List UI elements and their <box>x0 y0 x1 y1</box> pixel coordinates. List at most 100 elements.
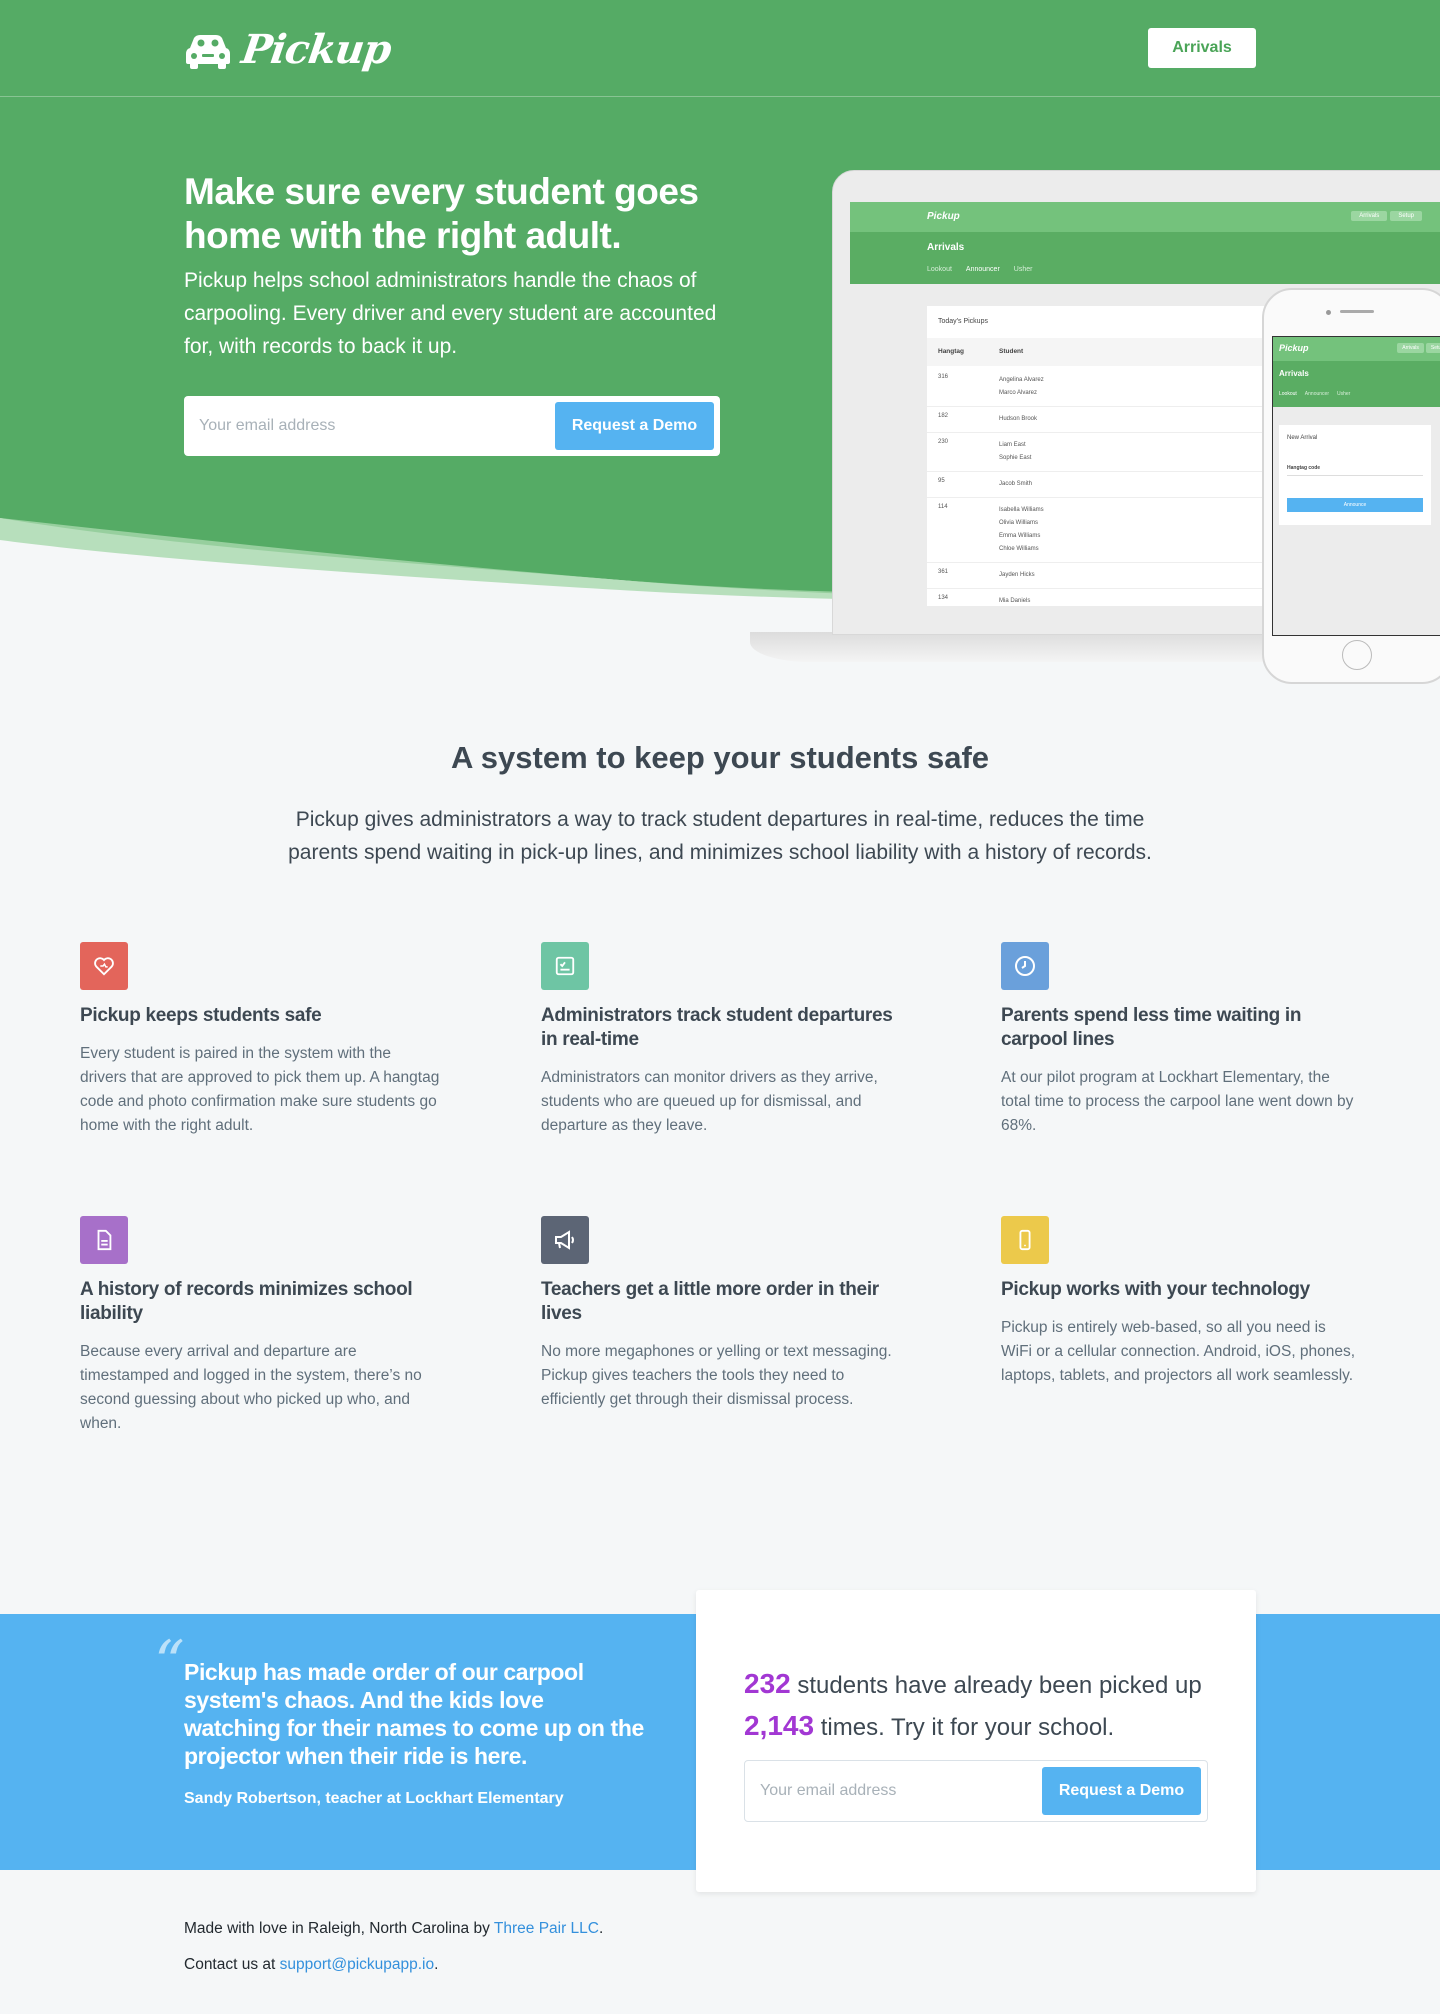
email-input[interactable]: Your email address <box>745 1782 1042 1800</box>
document-icon <box>80 1216 128 1264</box>
student-name: Hudson Brook <box>999 416 1038 422</box>
hangtag-cell: 114 <box>938 504 948 510</box>
app-tab-announcer: Announcer <box>965 266 1000 273</box>
hangtag-cell: 182 <box>938 413 949 419</box>
feature-technology: Pickup works with your technology Pickup… <box>1001 1216 1361 1388</box>
students-count: 232 <box>744 1668 791 1699</box>
student-name: Isabella Williams <box>999 507 1044 513</box>
feature-title: Pickup keeps students safe <box>80 1005 322 1026</box>
megaphone-icon <box>541 1216 589 1264</box>
company-link[interactable]: Three Pair LLC <box>494 1920 599 1937</box>
feature-text: At our pilot program at Lockhart Element… <box>1001 1069 1354 1134</box>
footer-made-text: Made with love in Raleigh, North Carolin… <box>184 1920 490 1937</box>
phone-app-header: Arrivals Lookout Announcer Usher <box>1273 361 1440 407</box>
students-text: students have already been picked up <box>797 1672 1202 1699</box>
times-text: times. Try it for your school. <box>820 1714 1115 1741</box>
stats-demo-form: Your email address Request a Demo <box>744 1760 1208 1822</box>
app-navbar: Pickup Arrivals Setup <box>850 202 1440 232</box>
hangtag-cell: 230 <box>938 439 949 445</box>
phone-speaker <box>1340 310 1374 313</box>
student-cell: Angelina Alvarez Marco Alvarez <box>999 374 1277 400</box>
pickups-card-title: Today's Pickups <box>938 318 988 325</box>
phone-icon <box>1001 1216 1049 1264</box>
student-cell: Mia Daniels <box>999 595 1277 606</box>
new-arrival-card: New Arrival Hangtag code Announce <box>1279 425 1431 525</box>
footer-made-with-love: Made with love in Raleigh, North Carolin… <box>184 1920 604 1937</box>
student-name: Jayden Hicks <box>999 572 1035 578</box>
feature-text: No more megaphones or yelling or text me… <box>541 1343 892 1408</box>
hangtag-cell: 95 <box>938 478 945 484</box>
phone-tab-announcer: Announcer <box>1304 391 1329 397</box>
phone-camera <box>1326 310 1331 315</box>
student-cell: Jacob Smith <box>999 478 1277 491</box>
phone-app-arrivals-button: Arrivals <box>1397 343 1424 353</box>
student-name: Jacob Smith <box>999 481 1033 487</box>
hangtag-cell: 361 <box>938 569 949 575</box>
quote-mark-icon: “ <box>154 1628 185 1698</box>
hero-title: Make sure every student goes home with t… <box>184 171 699 256</box>
app-title: Arrivals <box>927 242 965 253</box>
support-email-link[interactable]: support@pickupapp.io <box>280 1956 434 1973</box>
hangtag-code-label: Hangtag code <box>1287 465 1321 471</box>
hero-demo-form: Your email address Request a Demo <box>184 396 720 456</box>
app-tab-usher: Usher <box>1013 266 1033 273</box>
pickup-row: 114 Isabella Williams Olivia Williams Emma … <box>927 498 1277 563</box>
app-logo: Pickup <box>927 211 960 222</box>
feature-title: Pickup works with your technology <box>1001 1279 1310 1300</box>
pickup-row: 361 Jayden Hicks <box>927 563 1277 589</box>
stats-text: 232 students have already been picked up… <box>744 1664 1224 1748</box>
phone-tab-usher: Usher <box>1336 391 1351 397</box>
request-demo-button[interactable]: Request a Demo <box>555 402 714 450</box>
feature-title: Teachers get a little more order in thei… <box>541 1279 879 1324</box>
times-count: 2,143 <box>744 1710 815 1741</box>
phone-app-title: Arrivals <box>1279 369 1309 378</box>
phone-home-button <box>1342 640 1372 670</box>
student-name: Liam East <box>999 442 1026 448</box>
app-tab-lookout: Lookout <box>927 266 952 273</box>
student-name: Chloe Williams <box>999 546 1039 552</box>
student-name: Mia Daniels <box>999 598 1031 604</box>
feature-text: Every student is paired in the system wi… <box>80 1045 440 1134</box>
arrivals-button[interactable]: Arrivals <box>1148 28 1256 68</box>
car-logo-icon <box>186 34 230 69</box>
feature-text: Because every arrival and departure are … <box>80 1343 422 1432</box>
phone-tab-lookout: Lookout <box>1279 391 1297 397</box>
hangtag-cell: 134 <box>938 595 949 601</box>
phone-app-navbar: Pickup Arrivals Setup <box>1273 337 1440 361</box>
testimonial-quote: Pickup has made order of our carpool sys… <box>184 1659 644 1769</box>
new-arrival-title: New Arrival <box>1287 435 1318 441</box>
hangtag-code-field <box>1287 475 1423 476</box>
feature-text: Administrators can monitor drivers as th… <box>541 1069 878 1134</box>
pickups-table-body: 316 Angelina Alvarez Marco Alvarez 182 Hudso… <box>927 368 1277 606</box>
section-description: Pickup gives administrators a way to tra… <box>288 808 1152 864</box>
footer-contact: Contact us at support@pickupapp.io. <box>184 1956 439 1973</box>
student-cell: Jayden Hicks <box>999 569 1277 582</box>
pickup-row: 230 Liam East Sophie East <box>927 433 1277 472</box>
pickups-table-header: Hangtag Student <box>927 338 1277 366</box>
student-name: Sophie East <box>999 455 1032 461</box>
hero-subtitle: Pickup helps school administrators handl… <box>184 269 717 358</box>
checklist-icon <box>541 942 589 990</box>
feature-title: Administrators track student departures … <box>541 1005 893 1050</box>
footer-contact-text: Contact us at <box>184 1956 276 1973</box>
student-name: Olivia Williams <box>999 520 1038 526</box>
stats-card: 232 students have already been picked up… <box>696 1590 1256 1892</box>
feature-less-waiting: Parents spend less time waiting in carpo… <box>1001 942 1361 1138</box>
student-name: Marco Alvarez <box>999 390 1038 396</box>
feature-title: A history of records minimizes school li… <box>80 1279 413 1324</box>
phone-screen: Pickup Arrivals Setup Arrivals Lookout A… <box>1272 336 1440 636</box>
pickup-row: 95 Jacob Smith <box>927 472 1277 498</box>
app-setup-button: Setup <box>1390 211 1422 221</box>
email-input[interactable]: Your email address <box>184 417 555 435</box>
heart-icon <box>80 942 128 990</box>
logo-wordmark: Pickup <box>238 26 394 73</box>
hangtag-cell: 316 <box>938 374 949 380</box>
phone-mockup: Pickup Arrivals Setup Arrivals Lookout A… <box>1262 288 1440 684</box>
pickup-row: 134 Mia Daniels <box>927 589 1277 606</box>
feature-students-safe: Pickup keeps students safe Every student… <box>80 942 440 1138</box>
request-demo-button[interactable]: Request a Demo <box>1042 1767 1201 1815</box>
logo[interactable]: Pickup <box>184 26 394 73</box>
student-cell: Hudson Brook <box>999 413 1277 426</box>
feature-history-records: A history of records minimizes school li… <box>80 1216 440 1436</box>
student-name: Emma Williams <box>999 533 1041 539</box>
